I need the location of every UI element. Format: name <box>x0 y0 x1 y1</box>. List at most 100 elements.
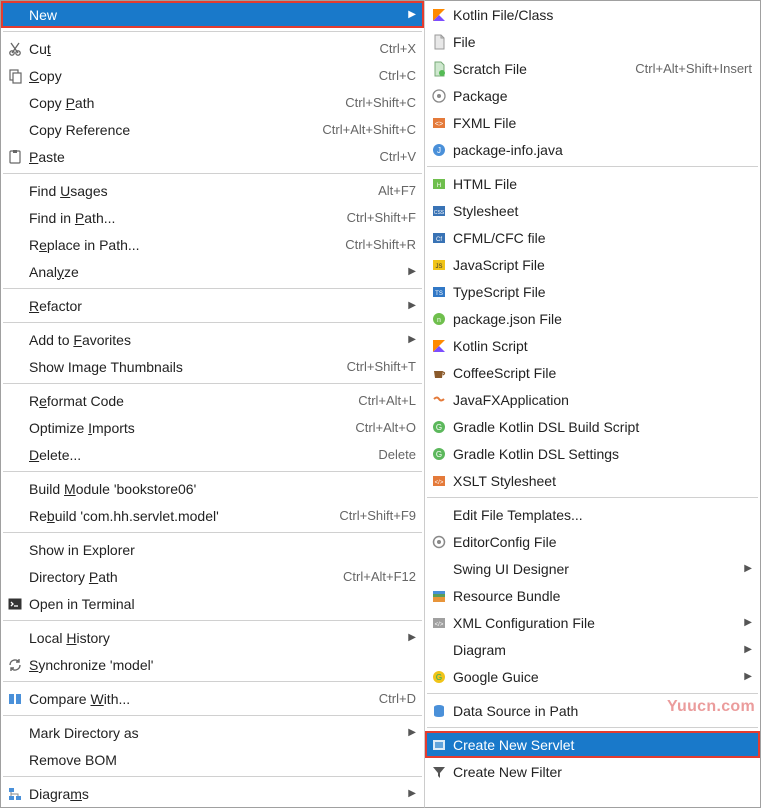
blank-icon <box>5 182 25 200</box>
scratch-file-item[interactable]: Scratch FileCtrl+Alt+Shift+Insert <box>425 55 760 82</box>
html-file-item[interactable]: HHTML File <box>425 170 760 197</box>
fxml-file-item[interactable]: <>FXML File <box>425 109 760 136</box>
gradle-icon: G <box>429 418 449 436</box>
find-in-path-item[interactable]: Find in Path...Ctrl+Shift+F <box>1 204 424 231</box>
svg-text:G: G <box>436 673 442 682</box>
optimize-imports-item[interactable]: Optimize ImportsCtrl+Alt+O <box>1 414 424 441</box>
find-usages-item[interactable]: Find UsagesAlt+F7 <box>1 177 424 204</box>
cfml-file-item[interactable]: CfCFML/CFC file <box>425 224 760 251</box>
menu-item-label: Local History <box>29 630 110 646</box>
blank-icon <box>5 236 25 254</box>
coffee-icon <box>429 364 449 382</box>
menu-item-label: CFML/CFC file <box>453 230 546 246</box>
diagrams-icon <box>5 785 25 803</box>
synchronize-item[interactable]: Synchronize 'model' <box>1 651 424 678</box>
replace-in-path-item[interactable]: Replace in Path...Ctrl+Shift+R <box>1 231 424 258</box>
xml-config-item[interactable]: </>XML Configuration File▶ <box>425 609 760 636</box>
submenu-arrow-icon: ▶ <box>744 671 752 682</box>
gradle-build-item[interactable]: GGradle Kotlin DSL Build Script <box>425 413 760 440</box>
menu-item-label: Gradle Kotlin DSL Settings <box>453 446 619 462</box>
menu-item-label: New <box>29 7 57 23</box>
diagram-item[interactable]: Diagram▶ <box>425 636 760 663</box>
kotlin-script-item[interactable]: Kotlin Script <box>425 332 760 359</box>
menu-item-label: Google Guice <box>453 669 539 685</box>
analyze-item[interactable]: Analyze▶ <box>1 258 424 285</box>
diagrams-item[interactable]: Diagrams▶ <box>1 780 424 807</box>
menu-item-label: Build Module 'bookstore06' <box>29 481 196 497</box>
svg-text:n: n <box>437 317 441 324</box>
swing-designer-item[interactable]: Swing UI Designer▶ <box>425 555 760 582</box>
svg-text:</>: </> <box>435 622 444 628</box>
create-servlet-item[interactable]: Create New Servlet <box>425 731 760 758</box>
remove-bom-item[interactable]: Remove BOM <box>1 746 424 773</box>
editorconfig-item[interactable]: EditorConfig File <box>425 528 760 555</box>
blank-icon <box>5 94 25 112</box>
show-explorer-item[interactable]: Show in Explorer <box>1 536 424 563</box>
edit-templates-item[interactable]: Edit File Templates... <box>425 501 760 528</box>
ts-icon: TS <box>429 283 449 301</box>
shortcut-label: Ctrl+Alt+Shift+Insert <box>635 61 752 76</box>
submenu-arrow-icon: ▶ <box>408 788 416 799</box>
compare-item[interactable]: Compare With...Ctrl+D <box>1 685 424 712</box>
gradle-settings-item[interactable]: GGradle Kotlin DSL Settings <box>425 440 760 467</box>
local-history-item[interactable]: Local History ▶ <box>1 624 424 651</box>
svg-text:H: H <box>437 183 441 189</box>
separator <box>3 532 422 533</box>
add-favorites-item[interactable]: Add to Favorites▶ <box>1 326 424 353</box>
package-item[interactable]: Package <box>425 82 760 109</box>
blank-icon <box>5 629 25 647</box>
menu-item-label: JavaFXApplication <box>453 392 569 408</box>
separator <box>3 383 422 384</box>
show-thumbnails-item[interactable]: Show Image ThumbnailsCtrl+Shift+T <box>1 353 424 380</box>
google-guice-item[interactable]: G Google Guice ▶ <box>425 663 760 690</box>
reformat-code-item[interactable]: Reformat CodeCtrl+Alt+L <box>1 387 424 414</box>
bundle-icon <box>429 587 449 605</box>
copy-item[interactable]: CopyCtrl+C <box>1 62 424 89</box>
mark-directory-item[interactable]: Mark Directory as▶ <box>1 719 424 746</box>
coffeescript-item[interactable]: CoffeeScript File <box>425 359 760 386</box>
javafx-app-item[interactable]: JavaFXApplication <box>425 386 760 413</box>
submenu-arrow-icon: ▶ <box>408 727 416 738</box>
create-filter-item[interactable]: Create New Filter <box>425 758 760 785</box>
kotlin-file-item[interactable]: Kotlin File/Class <box>425 1 760 28</box>
paste-item[interactable]: PasteCtrl+V <box>1 143 424 170</box>
javafx-icon <box>429 391 449 409</box>
separator <box>3 31 422 32</box>
blank-icon <box>5 263 25 281</box>
typescript-file-item[interactable]: TSTypeScript File <box>425 278 760 305</box>
shortcut-label: Ctrl+Shift+F <box>347 210 416 225</box>
build-module-item[interactable]: Build Module 'bookstore06' <box>1 475 424 502</box>
menu-item-label: Open in Terminal <box>29 596 135 612</box>
separator <box>3 715 422 716</box>
file-item[interactable]: File <box>425 28 760 55</box>
menu-item-label: Directory Path <box>29 569 118 585</box>
separator <box>427 166 758 167</box>
resource-bundle-item[interactable]: Resource Bundle <box>425 582 760 609</box>
menu-item-label: Kotlin File/Class <box>453 7 553 23</box>
menu-item-label: package.json File <box>453 311 562 327</box>
open-terminal-item[interactable]: Open in Terminal <box>1 590 424 617</box>
menu-item-label: Optimize Imports <box>29 420 135 436</box>
rebuild-item[interactable]: Rebuild 'com.hh.servlet.model'Ctrl+Shift… <box>1 502 424 529</box>
refactor-item[interactable]: Refactor▶ <box>1 292 424 319</box>
stylesheet-item[interactable]: CSSStylesheet <box>425 197 760 224</box>
submenu-arrow-icon: ▶ <box>408 632 416 643</box>
new-item[interactable]: New▶ <box>1 1 424 28</box>
copy-path-item[interactable]: Copy PathCtrl+Shift+C <box>1 89 424 116</box>
datasource-item[interactable]: Data Source in Path <box>425 697 760 724</box>
copy-reference-item[interactable]: Copy ReferenceCtrl+Alt+Shift+C <box>1 116 424 143</box>
gradle-icon: G <box>429 445 449 463</box>
package-info-item[interactable]: Jpackage-info.java <box>425 136 760 163</box>
package-json-item[interactable]: n package.json File <box>425 305 760 332</box>
separator <box>3 322 422 323</box>
directory-path-item[interactable]: Directory PathCtrl+Alt+F12 <box>1 563 424 590</box>
menu-item-label: Remove BOM <box>29 752 117 768</box>
delete-item[interactable]: Delete...Delete <box>1 441 424 468</box>
svg-text:TS: TS <box>435 291 443 297</box>
xslt-stylesheet-item[interactable]: </>XSLT Stylesheet <box>425 467 760 494</box>
javascript-file-item[interactable]: JSJavaScript File <box>425 251 760 278</box>
cut-item[interactable]: CutCtrl+X <box>1 35 424 62</box>
menu-item-label: Copy Path <box>29 95 94 111</box>
menu-item-label: Show Image Thumbnails <box>29 359 183 375</box>
separator <box>3 288 422 289</box>
